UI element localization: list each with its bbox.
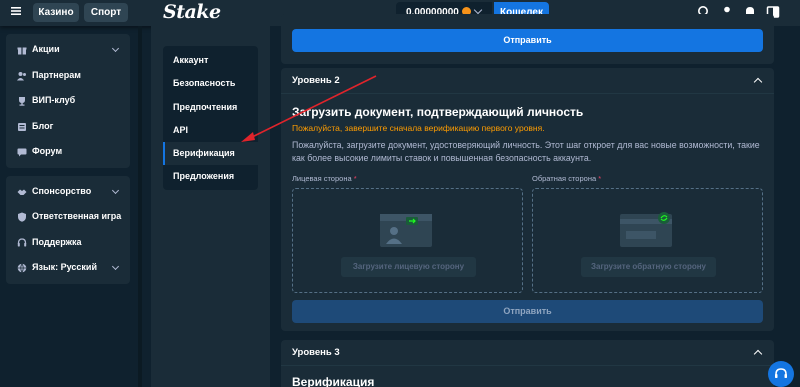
chat-support-button[interactable] [768,361,794,387]
sidebar-item-label: Спонсорство [32,185,92,196]
level2-header-label: Уровень 2 [292,75,340,86]
level2-card: Уровень 2 Загрузить документ, подтвержда… [281,68,774,331]
tab-verification[interactable]: Верификация [163,142,258,166]
front-side-label: Лицевая сторона * [292,174,357,183]
trophy-icon [19,97,25,106]
required-mark: * [353,174,357,183]
blog-icon [18,122,26,131]
sidebar-item-affiliate[interactable]: Партнерам [6,63,130,89]
sidebar-item-label: ВИП-клуб [32,95,76,105]
sidebar-item-label: Партнерам [32,69,81,80]
sidebar-item-forum[interactable]: Форум [6,139,130,165]
sidebar-item-label: Блог [32,120,54,131]
id-card-back-icon [620,212,672,247]
tab-preferences[interactable]: Предпочтения [163,96,258,119]
level3-card: Уровень 3 Верификация [281,340,774,387]
shield-icon [18,212,26,222]
sidebar-group-main: Акции Партнерам ВИП-клуб Блог Форум [6,34,130,168]
chevron-up-icon[interactable] [753,77,763,87]
level2-header[interactable]: Уровень 2 [281,68,774,94]
stake-logo[interactable]: Stake [163,1,221,23]
sidebar-item-sponsorship[interactable]: Спонсорство [6,179,130,205]
sidebar-divider [138,26,142,387]
menu-icon[interactable] [10,5,24,19]
sport-button[interactable]: Спорт [84,3,128,22]
level1-submit-button[interactable]: Отправить [292,29,763,52]
tab-api[interactable]: API [163,119,258,142]
level2-description: Пожалуйста, загрузите документ, удостове… [292,140,760,163]
left-sidebar: Акции Партнерам ВИП-клуб Блог Форум Спон… [6,34,130,292]
chevron-down-icon[interactable] [111,44,120,53]
sidebar-item-label: Язык: Русский [32,262,97,272]
settings-menu: Аккаунт Безопасность Предпочтения API Ве… [163,46,258,190]
level3-header[interactable]: Уровень 3 [281,340,774,366]
sidebar-item-promotions[interactable]: Акции [6,37,130,63]
level2-title: Загрузить документ, подтверждающий лично… [292,105,584,119]
gift-icon [17,47,27,55]
level1-card: Отправить [281,14,774,64]
sidebar-item-label: Форум [32,146,63,156]
level3-header-label: Уровень 3 [292,347,340,358]
required-mark: * [598,174,602,183]
partners-icon [17,71,26,80]
chevron-down-icon[interactable] [111,262,120,271]
sidebar-group-secondary: Спонсорство Ответственная игра Поддержка… [6,175,130,284]
id-card-front-icon [380,214,432,247]
headset-icon [17,237,27,246]
chevron-up-icon[interactable] [753,349,763,359]
handshake-icon [17,189,27,195]
sidebar-item-vip[interactable]: ВИП-клуб [6,88,130,114]
back-upload-zone[interactable]: Загрузите обратную сторону [532,188,763,293]
level3-title: Верификация [292,375,375,387]
sidebar-item-language[interactable]: Язык: Русский [6,255,130,281]
front-upload-button[interactable]: Загрузите лицевую сторону [341,257,476,277]
sidebar-item-support[interactable]: Поддержка [6,230,130,256]
back-upload-button[interactable]: Загрузите обратную сторону [581,257,716,277]
globe-icon [17,263,27,273]
tab-offers[interactable]: Предложения [163,165,258,188]
tab-security[interactable]: Безопасность [163,72,258,95]
level2-warning: Пожалуйста, завершите сначала верификаци… [292,123,545,133]
sidebar-item-blog[interactable]: Блог [6,114,130,140]
forum-icon [17,148,27,157]
sidebar-item-responsible-gambling[interactable]: Ответственная игра [6,204,130,230]
headset-icon [775,368,787,378]
chevron-down-icon[interactable] [111,186,120,194]
sidebar-item-label: Акции [32,44,60,54]
back-side-label: Обратная сторона * [532,174,602,183]
casino-button[interactable]: Казино [33,3,79,22]
tab-account[interactable]: Аккаунт [163,49,258,72]
front-upload-zone[interactable]: Загрузите лицевую сторону [292,188,523,293]
level2-submit-button[interactable]: Отправить [292,300,763,323]
sidebar-item-label: Ответственная игра [32,211,122,221]
sidebar-item-label: Поддержка [32,236,82,247]
